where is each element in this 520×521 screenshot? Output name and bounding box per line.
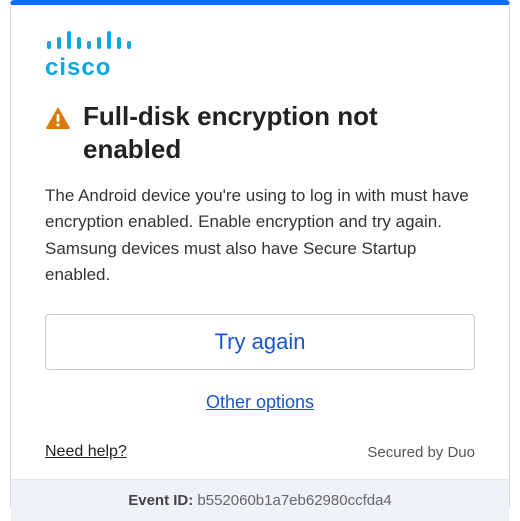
- event-id-bar: Event ID: b552060b1a7eb62980ccfda4: [11, 479, 509, 521]
- alert-description: The Android device you're using to log i…: [45, 183, 475, 288]
- event-id-label: Event ID:: [128, 492, 193, 509]
- alert-heading: Full-disk encryption not enabled: [45, 100, 475, 165]
- secured-by-label: Secured by Duo: [367, 444, 475, 461]
- warning-icon: [45, 106, 71, 135]
- card-body: cisco Full-disk encryption not enabled T…: [11, 5, 509, 429]
- other-options-link[interactable]: Other options: [206, 392, 314, 412]
- try-again-button[interactable]: Try again: [45, 314, 475, 370]
- footer: Need help? Secured by Duo: [11, 429, 509, 479]
- secondary-actions: Other options: [45, 392, 475, 413]
- need-help-link[interactable]: Need help?: [45, 443, 127, 461]
- cisco-logo: cisco: [45, 31, 475, 84]
- alert-title: Full-disk encryption not enabled: [83, 100, 475, 165]
- svg-text:cisco: cisco: [45, 54, 111, 79]
- auth-prompt-card: cisco Full-disk encryption not enabled T…: [10, 0, 510, 510]
- event-id-value: b552060b1a7eb62980ccfda4: [197, 492, 391, 509]
